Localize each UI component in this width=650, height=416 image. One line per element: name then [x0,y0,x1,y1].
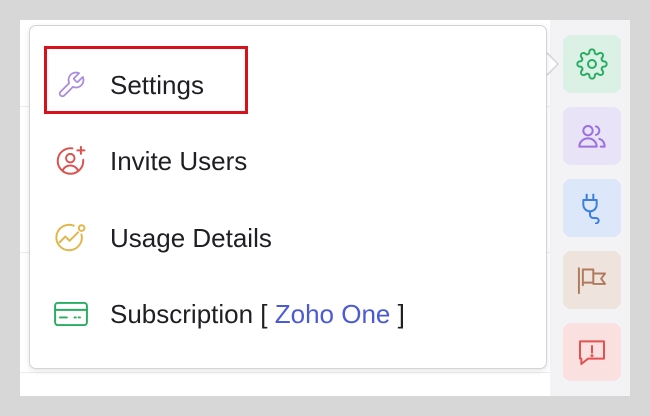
popup-pointer [546,52,559,76]
subscription-label: Subscription [ [110,299,275,329]
feedback-icon [579,340,605,365]
menu-item-settings[interactable]: Settings [30,55,546,115]
rail-users-button[interactable] [563,107,621,165]
divider [20,372,550,373]
rail-integrations-button[interactable] [563,179,621,237]
settings-dropdown-menu: Settings Invite Users Usage Details Subs… [29,25,547,369]
menu-item-subscription[interactable]: Subscription [ Zoho One ] [30,284,546,344]
wrench-icon [52,68,90,102]
rail-settings-button[interactable] [563,35,621,93]
menu-item-label: Settings [110,70,204,100]
menu-item-invite-users[interactable]: Invite Users [30,131,546,191]
plan-name-link[interactable]: Zoho One [275,299,391,329]
menu-item-label: Subscription [ Zoho One ] [110,284,405,344]
plug-icon [582,193,600,224]
menu-item-label: Invite Users [110,146,248,176]
gear-icon [576,48,608,80]
subscription-label-suffix: ] [390,299,405,329]
credit-card-icon [52,297,90,331]
flag-icon [577,267,607,295]
usage-chart-icon [52,221,90,255]
menu-item-usage-details[interactable]: Usage Details [30,208,546,268]
rail-feedback-button[interactable] [563,323,621,381]
users-icon [578,124,606,148]
add-user-icon [52,144,90,178]
rail-flag-button[interactable] [563,251,621,309]
menu-item-label: Usage Details [110,223,272,253]
